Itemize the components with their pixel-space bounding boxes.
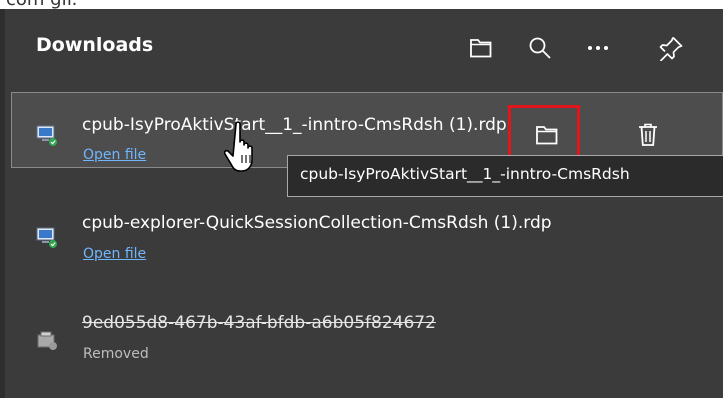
panel-title: Downloads (36, 34, 154, 56)
screenshot-root: com gif. Downloads (0, 0, 723, 398)
folder-icon (470, 39, 492, 58)
pin-icon (659, 36, 683, 61)
page-behind-strip: com gif. (0, 0, 723, 9)
trash-icon (639, 123, 657, 146)
panel-edge (0, 9, 5, 398)
hand-cursor-icon (224, 121, 253, 172)
rdp-file-icon (36, 227, 57, 248)
delete-button[interactable] (628, 115, 668, 155)
download-status: Removed (83, 346, 149, 362)
download-file-name: cpub-IsyProAktivStart__1_-inntro-CmsRdsh… (82, 115, 507, 135)
rdp-file-icon (36, 125, 57, 146)
open-file-link[interactable]: Open file (83, 246, 146, 262)
open-file-link[interactable]: Open file (83, 147, 146, 163)
more-options-icon (588, 46, 608, 50)
open-downloads-folder-button[interactable] (463, 30, 499, 66)
removed-file-icon (37, 331, 57, 350)
search-downloads-button[interactable] (522, 30, 558, 66)
download-file-name: cpub-explorer-QuickSessionCollection-Cms… (82, 213, 552, 233)
file-name-tooltip: cpub-IsyProAktivStart__1_-inntro-CmsRdsh (287, 155, 723, 197)
downloads-panel (0, 9, 723, 398)
more-options-button[interactable] (580, 30, 616, 66)
pin-panel-button[interactable] (653, 30, 689, 66)
search-icon (529, 37, 551, 59)
download-file-name: 9ed055d8-467b-43af-bfdb-a6b05f824672 (82, 313, 436, 333)
page-behind-text: com gif. (6, 0, 77, 9)
